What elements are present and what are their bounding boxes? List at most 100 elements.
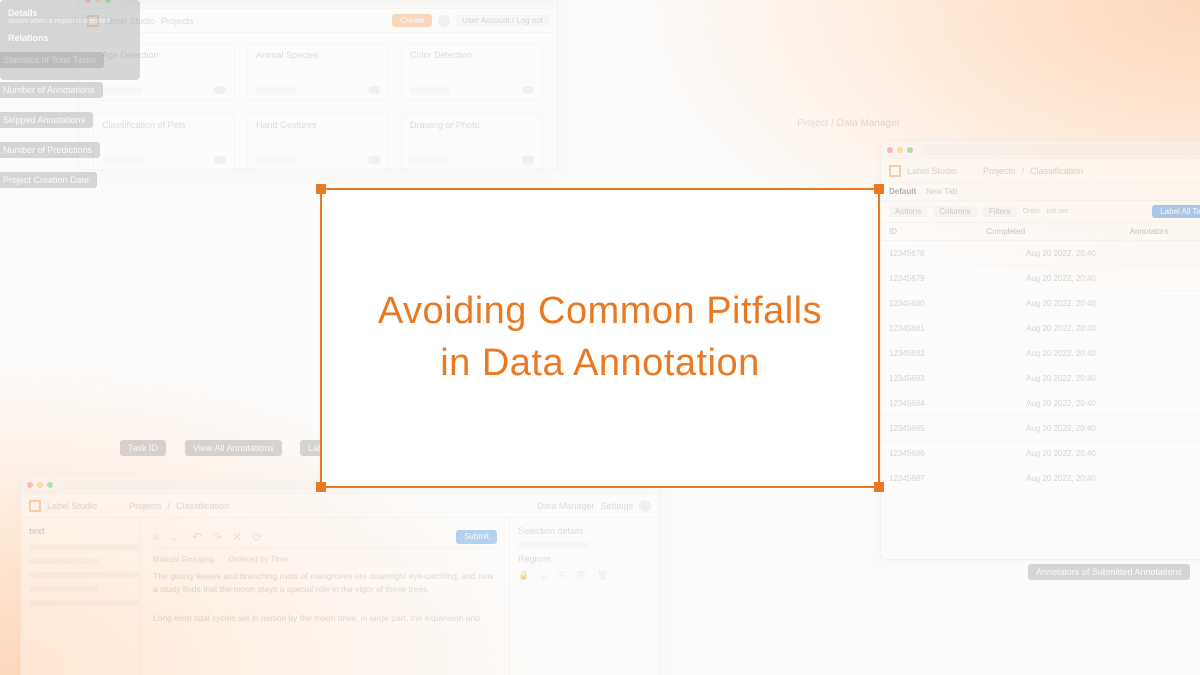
filters-dropdown: Filters	[983, 206, 1017, 217]
tab-new: New Tab	[926, 187, 957, 196]
card-title: Hand Gestures	[256, 120, 380, 130]
callout-view-all: View All Annotations	[185, 440, 282, 456]
order-label: Order	[1023, 208, 1041, 215]
cell-completed: Aug 20 2022, 20:40	[1026, 349, 1157, 358]
close-icon: ✕	[232, 530, 242, 544]
title-line-2: in Data Annotation	[440, 342, 760, 384]
cell-id: 12345683	[889, 374, 1020, 383]
nav-data-manager: Data Manager	[537, 501, 594, 511]
eye-icon: 👁	[575, 570, 586, 583]
avatar-icon	[438, 15, 450, 27]
avatar-icon	[639, 500, 651, 512]
details-title: Details	[8, 8, 132, 18]
nav-classification: Classification	[176, 501, 229, 511]
refresh-icon: ⟳	[252, 530, 262, 544]
cell-completed: Aug 20 2022, 20:40	[1026, 424, 1157, 433]
details-callout-box: Details shown when a region is selected …	[0, 0, 140, 80]
breadcrumb-page: Data Manager	[837, 118, 900, 129]
cell-completed: Aug 20 2022, 20:40	[1026, 249, 1157, 258]
actions-dropdown: Actions	[889, 206, 927, 217]
cell-completed: Aug 20 2022, 20:40	[1026, 299, 1157, 308]
cell-id: 12345684	[889, 399, 1020, 408]
callout-pill: Project Creation Date	[0, 172, 97, 188]
table-row: 12345687 Aug 20 2022, 20:40	[881, 466, 1200, 491]
table-row: 12345681 Aug 20 2022, 20:40	[881, 316, 1200, 341]
order-value: not set	[1047, 208, 1068, 215]
cell-completed: Aug 20 2022, 20:40	[1026, 324, 1157, 333]
sample-paragraph: The glossy leaves and branching roots of…	[153, 570, 497, 596]
trash-icon: 🗑	[597, 570, 608, 583]
card-title: Drawing or Photo	[410, 120, 534, 130]
callout-pill: Number of Annotations	[0, 82, 103, 98]
col-annotators: Annotators	[1130, 227, 1200, 236]
nav-projects: Projects	[161, 16, 194, 26]
table-row: 12345682 Aug 20 2022, 20:40	[881, 341, 1200, 366]
label-all-button: Label All Tasks	[1152, 205, 1200, 218]
cell-completed: Aug 20 2022, 20:40	[1026, 474, 1157, 483]
link-icon: ⎘	[558, 570, 565, 583]
annotation-toolbar: ≡ ← ↶ ↷ ✕ ⟳ Submit	[153, 526, 497, 549]
cell-id: 12345682	[889, 349, 1020, 358]
callout-pill: Number of Predictions	[0, 142, 100, 158]
card-title: Color Detection	[410, 50, 534, 60]
title-line-1: Avoiding Common Pitfalls	[378, 290, 822, 332]
table-row: 12345683 Aug 20 2022, 20:40	[881, 366, 1200, 391]
sort-manual: Manual Grouping	[153, 555, 214, 564]
user-menu: User Account / Log out	[456, 15, 549, 26]
cell-completed: Aug 20 2022, 20:40	[1026, 399, 1157, 408]
resize-handle-icon	[316, 184, 326, 194]
nav-projects: Projects	[983, 166, 1016, 176]
bg-projects-panel: Label Studio Projects Create User Accoun…	[78, 0, 558, 170]
create-button: Create	[392, 14, 432, 27]
cell-id: 12345680	[889, 299, 1020, 308]
nav-settings: Settings	[600, 501, 633, 511]
cell-id: 12345687	[889, 474, 1020, 483]
nav-projects: Projects	[129, 501, 162, 511]
callout-task-id: Task ID	[120, 440, 166, 456]
undo-icon: ↶	[192, 530, 202, 544]
submit-button: Submit	[456, 530, 497, 544]
breadcrumb: Project / Data Manager	[797, 118, 900, 129]
col-completed: Completed	[986, 227, 1077, 236]
logo-icon	[29, 500, 41, 512]
relations-title: Relations	[8, 33, 132, 43]
cell-id: 12345678	[889, 249, 1020, 258]
cell-completed: Aug 20 2022, 20:40	[1026, 374, 1157, 383]
card-title: Classification of Pets	[102, 120, 226, 130]
app-name-label: Label Studio	[47, 501, 97, 511]
bg-labeling-panel: Label Studio Projects / Classification D…	[20, 475, 660, 675]
selection-details: Selection details	[518, 526, 651, 536]
tab-default: Default	[889, 187, 916, 196]
table-row: 12345679Aug 20 2022, 20:40	[881, 266, 1200, 291]
callout-annotators-submitted: Annotators of Submitted Annotations	[1028, 564, 1190, 580]
table-row: 12345678 Aug 20 2022, 20:40	[881, 241, 1200, 266]
cell-completed: Aug 20 2022, 20:40	[1026, 449, 1157, 458]
table-row: 12345686 Aug 20 2022, 20:40	[881, 441, 1200, 466]
regions-label: Regions	[518, 554, 651, 564]
sample-paragraph-2: Long-term tidal cycles set in motion by …	[153, 612, 497, 625]
cell-id: 12345681	[889, 324, 1020, 333]
back-icon: ←	[170, 530, 182, 544]
app-name-label: Label Studio	[907, 166, 957, 176]
sort-time: Ordered by Time	[228, 555, 288, 564]
cell-id: 12345686	[889, 449, 1020, 458]
resize-handle-icon	[874, 184, 884, 194]
bg-data-manager-panel: Label Studio Projects / Classification D…	[880, 140, 1200, 560]
col-id: ID	[889, 227, 980, 236]
table-row: 12345680 Aug 20 2022, 20:40	[881, 291, 1200, 316]
plus-icon: ＋	[539, 570, 548, 583]
menu-icon: ≡	[153, 530, 160, 544]
table-row: 12345684 Aug 20 2022, 20:40	[881, 391, 1200, 416]
details-subtitle: shown when a region is selected	[8, 18, 132, 25]
card-title: Animal Species	[256, 50, 380, 60]
table-row: 12345685Aug 20 2022, 20:40	[881, 416, 1200, 441]
text-label: text	[29, 526, 132, 536]
breadcrumb-root: Project	[797, 118, 828, 129]
lock-icon: 🔒	[518, 570, 529, 583]
title-card: Avoiding Common Pitfalls in Data Annotat…	[320, 188, 880, 488]
resize-handle-icon	[316, 482, 326, 492]
resize-handle-icon	[874, 482, 884, 492]
page-title: Avoiding Common Pitfalls in Data Annotat…	[378, 286, 822, 389]
columns-dropdown: Columns	[933, 206, 977, 217]
logo-icon	[889, 165, 901, 177]
